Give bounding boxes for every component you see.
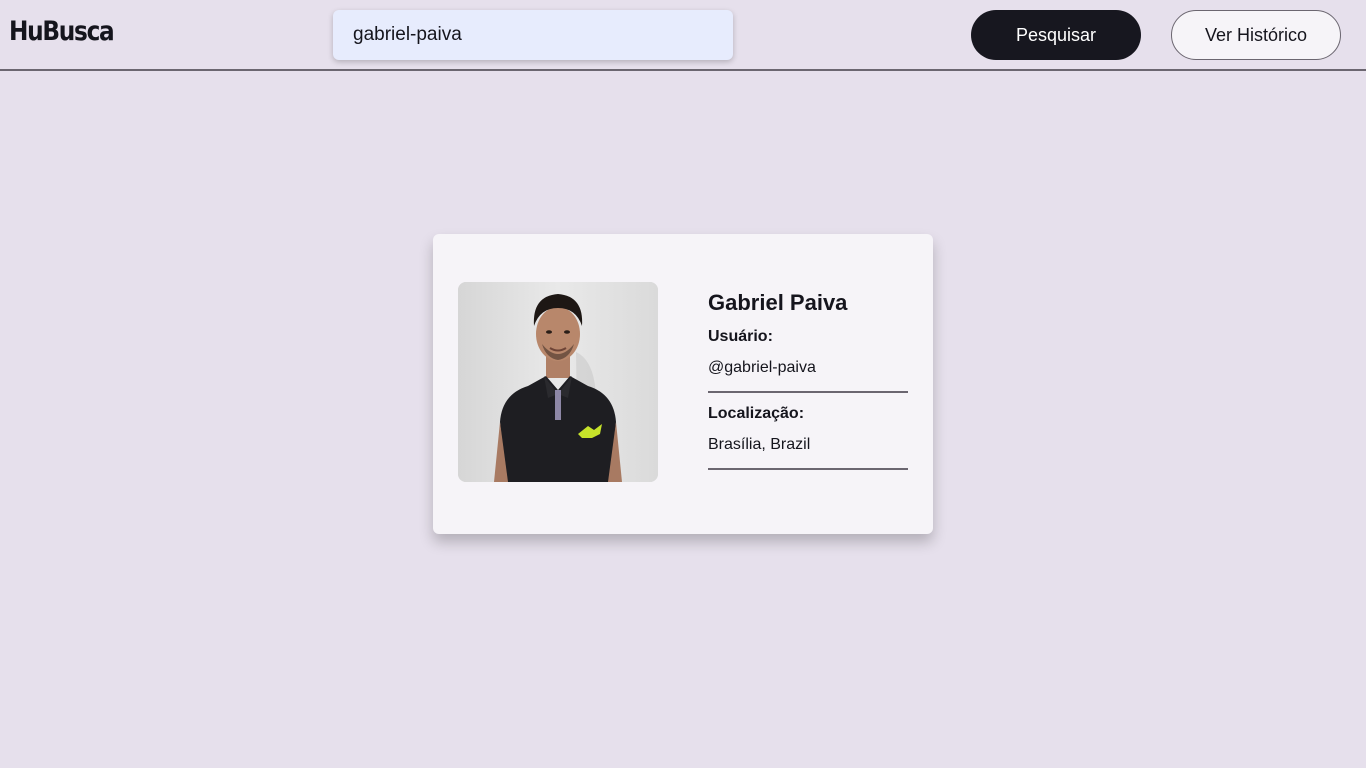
username-value: @gabriel-paiva [708,359,908,393]
avatar-photo [458,282,658,482]
top-bar: HuBusca Pesquisar Ver Histórico [0,0,1366,71]
profile-info: Gabriel Paiva Usuário: @gabriel-paiva Lo… [708,290,908,470]
location-value: Brasília, Brazil [708,436,908,470]
app-logo[interactable]: HuBusca [9,16,115,47]
search-input[interactable] [333,10,733,60]
username-label: Usuário: [708,328,773,345]
profile-name: Gabriel Paiva [708,290,848,315]
avatar [458,282,658,482]
profile-card: Gabriel Paiva Usuário: @gabriel-paiva Lo… [433,234,933,534]
location-label: Localização: [708,405,805,422]
history-button[interactable]: Ver Histórico [1171,10,1341,60]
search-button[interactable]: Pesquisar [971,10,1141,60]
